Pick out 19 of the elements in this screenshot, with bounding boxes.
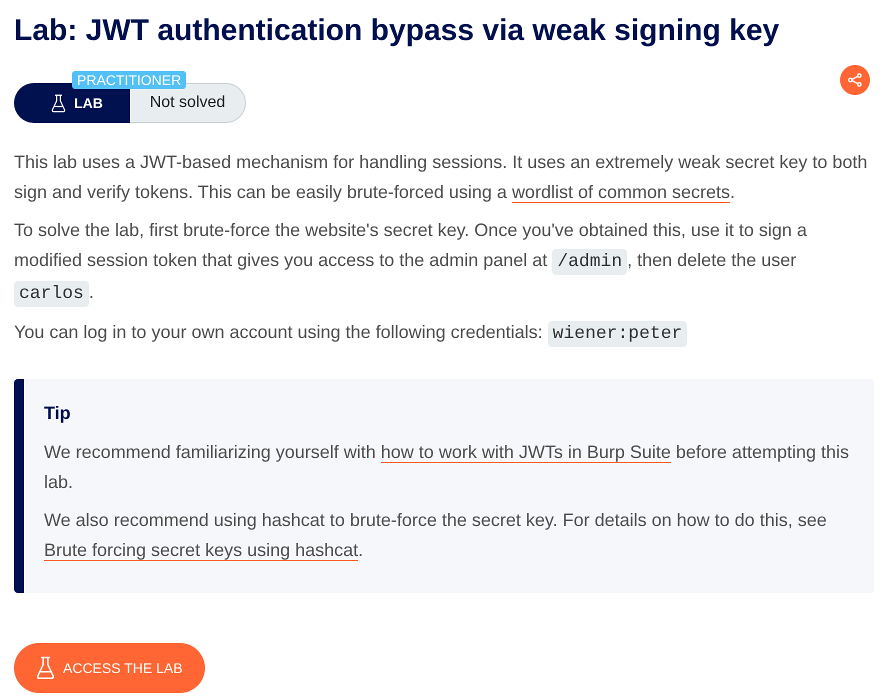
difficulty-tag: PRACTITIONER: [72, 71, 186, 89]
inline-code: /admin: [552, 249, 628, 275]
inline-code: carlos: [14, 281, 89, 307]
description-paragraph: You can log in to your own account using the following credentials: wiener:peter: [14, 317, 874, 349]
flask-icon: [51, 94, 66, 112]
page-title: Lab: JWT authentication bypass via weak signing key: [14, 13, 780, 49]
text-link[interactable]: wordlist of common secrets: [512, 182, 730, 203]
flask-icon: [36, 656, 55, 680]
inline-code: wiener:peter: [548, 321, 688, 347]
description-paragraph: This lab uses a JWT-based mechanism for handling sessions. It uses an extremely weak secret key to both sign and verify tokens. This can be easily brute-forced using a wordlist of common secrets.: [14, 151, 868, 205]
text-link[interactable]: Brute forcing secret keys using hashcat: [44, 540, 358, 561]
share-icon: [848, 73, 862, 87]
text-link[interactable]: how to work with JWTs in Burp Suite: [380, 442, 671, 463]
description-paragraph: To solve the lab, first brute-force the website's secret key. Once you've obtained this, use it to sign a modified session token that gives you access to the admin panel at /admin , then delete the user carlos .: [14, 215, 874, 309]
tip-paragraph: We recommend familiarizing yourself with how to work with JWTs in Burp Suite before attempting this lab.: [44, 441, 850, 494]
tip-heading: Tip: [44, 402, 72, 425]
tip-paragraph: We also recommend using hashcat to brute-force the secret key. For details on how to do this, see Brute forcing secret keys using hashcat.: [44, 509, 828, 563]
lab-type-label: LAB: [74, 95, 103, 111]
share-button[interactable]: [840, 65, 870, 95]
